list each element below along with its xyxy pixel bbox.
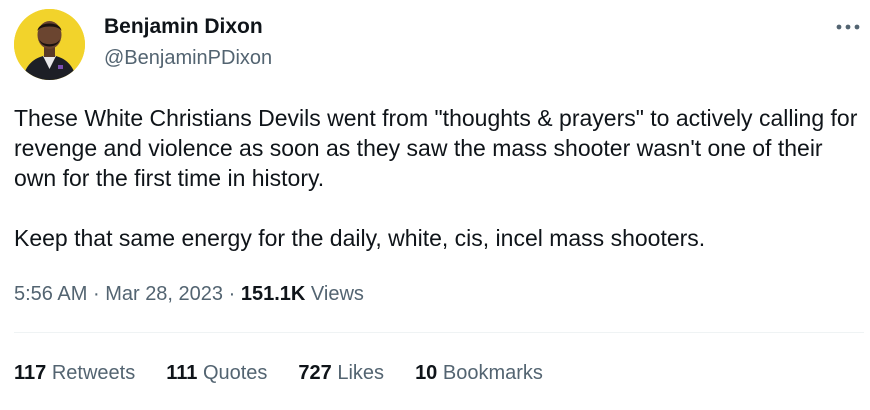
- bookmarks-count: 10: [415, 362, 438, 384]
- meta-separator: ·: [92, 283, 100, 305]
- quotes-label: Quotes: [202, 362, 268, 384]
- quotes-count: 111: [166, 362, 198, 384]
- retweets-label: Retweets: [51, 362, 136, 384]
- tweet-paragraph: These White Christians Devils went from …: [14, 105, 858, 191]
- tweet-text: These White Christians Devils went from …: [14, 103, 864, 253]
- likes-count: 727: [298, 362, 332, 384]
- engagement-stats: 117 Retweets 111 Quotes 727 Likes 10 Boo…: [14, 359, 543, 387]
- retweets-stat[interactable]: 117 Retweets: [14, 359, 135, 387]
- views-count: 151.1K: [240, 283, 306, 305]
- meta-separator: ·: [228, 283, 236, 305]
- divider: [14, 332, 864, 333]
- bookmarks-stat[interactable]: 10 Bookmarks: [415, 359, 543, 387]
- tweet-date[interactable]: Mar 28, 2023: [105, 283, 223, 305]
- more-options-button[interactable]: [830, 14, 866, 40]
- avatar-image: [14, 9, 85, 80]
- more-horizontal-icon: [836, 24, 860, 30]
- author-name[interactable]: Benjamin Dixon: [104, 13, 263, 41]
- quotes-stat[interactable]: 111 Quotes: [166, 359, 267, 387]
- bookmarks-label: Bookmarks: [442, 362, 543, 384]
- likes-stat[interactable]: 727 Likes: [298, 359, 384, 387]
- views-label: Views: [310, 283, 364, 305]
- tweet-paragraph: Keep that same energy for the daily, whi…: [14, 225, 706, 251]
- tweet-card: Benjamin Dixon @BenjaminPDixon These Whi…: [0, 0, 870, 410]
- author-handle[interactable]: @BenjaminPDixon: [104, 45, 272, 71]
- tweet-meta: 5:56 AM · Mar 28, 2023 · 151.1K Views: [14, 280, 364, 308]
- retweets-count: 117: [14, 362, 47, 384]
- avatar[interactable]: [14, 9, 85, 80]
- likes-label: Likes: [337, 362, 385, 384]
- tweet-time[interactable]: 5:56 AM: [14, 283, 87, 305]
